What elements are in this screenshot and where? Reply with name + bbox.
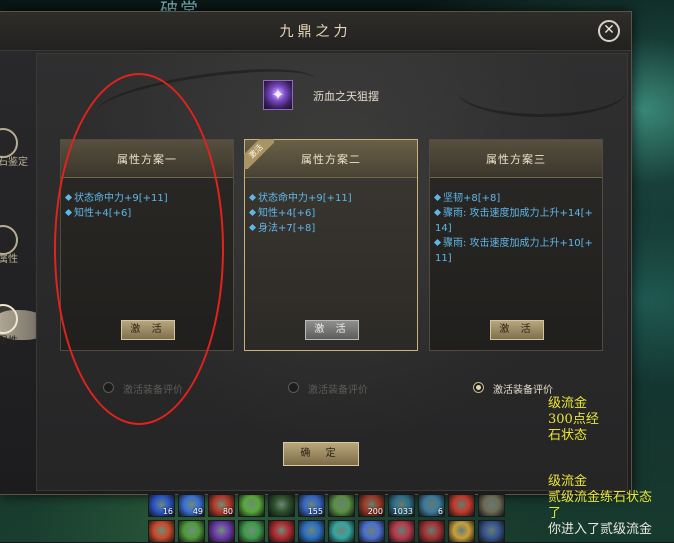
diamond-bullet-icon <box>433 193 442 202</box>
equipment-icon[interactable]: ✦ <box>263 80 293 110</box>
skill-count: 155 <box>307 507 323 516</box>
card-header: 属性方案三 <box>430 140 602 178</box>
skill-slot[interactable]: 6 <box>418 494 445 517</box>
attribute-line: 坚韧+8[+8] <box>433 191 599 206</box>
equipment-name: 沥血之天狙摆 <box>313 90 379 103</box>
decorative-swirl <box>457 64 627 117</box>
active-badge: 激活 <box>244 139 274 169</box>
diamond-bullet-icon <box>248 193 257 202</box>
skill-slot[interactable] <box>448 520 475 543</box>
skill-slot[interactable] <box>358 520 385 543</box>
diamond-bullet-icon <box>433 208 442 217</box>
radio-circle[interactable] <box>288 382 299 393</box>
skill-slot[interactable] <box>268 494 295 517</box>
skill-slot[interactable] <box>388 520 415 543</box>
skill-slot[interactable]: 155 <box>298 494 325 517</box>
sidebar-tab-label: 属性 <box>0 336 18 347</box>
sidebar-tab-appraise[interactable]: 石鉴定 <box>0 128 36 168</box>
skill-count: 16 <box>162 507 173 516</box>
window-titlebar: 九鼎之力 ✕ <box>0 12 631 51</box>
skill-slot[interactable] <box>148 520 175 543</box>
skill-slot[interactable] <box>478 494 505 517</box>
sidebar-tab-label: 属性 <box>0 254 18 265</box>
attribute-plan-card[interactable]: 属性方案三 坚韧+8[+8] 骤雨: 攻击速度加成力上升+14[+14] 骤雨:… <box>429 139 603 351</box>
skill-slot[interactable] <box>478 520 505 543</box>
radio-label: 激活装备评价 <box>493 385 553 396</box>
chat-line: 你进入了贰级流金 <box>548 522 653 537</box>
active-ribbon: 激活 <box>244 139 274 169</box>
sidebar-tab-label: 石鉴定 <box>0 157 28 168</box>
attribute-list: 状态命中力+9[+11] 知性+4[+6] 身法+7[+8] <box>248 191 414 236</box>
card-title: 属性方案三 <box>486 153 546 166</box>
diamond-bullet-icon <box>248 223 257 232</box>
attribute-plan-card[interactable]: 属性方案二 激活 状态命中力+9[+11] 知性+4[+6] 身法+7[+8] … <box>244 139 418 351</box>
diamond-bullet-icon <box>248 208 257 217</box>
red-annotation-ellipse <box>54 73 224 425</box>
window-title: 九鼎之力 <box>279 24 352 40</box>
close-button[interactable]: ✕ <box>598 20 620 42</box>
radio-label: 激活装备评价 <box>308 385 368 396</box>
skill-slot[interactable]: 80 <box>208 494 235 517</box>
attribute-text: 身法+7[+8] <box>258 223 316 234</box>
skill-slot[interactable] <box>328 520 355 543</box>
skill-slot[interactable] <box>298 520 325 543</box>
chat-line: 了 <box>548 506 562 521</box>
chat-line: 级流金 <box>548 396 588 411</box>
skill-slot[interactable] <box>238 520 265 543</box>
skill-slot[interactable]: 1033 <box>388 494 415 517</box>
diamond-bullet-icon <box>433 238 442 247</box>
skill-slot[interactable] <box>208 520 235 543</box>
skill-count: 80 <box>222 507 233 516</box>
gem-icon: ✦ <box>271 85 285 104</box>
attribute-text: 知性+4[+6] <box>258 208 316 219</box>
skill-slot[interactable]: 16 <box>148 494 175 517</box>
skill-slot[interactable] <box>268 520 295 543</box>
activate-button[interactable]: 激 活 <box>305 320 359 340</box>
attribute-line: 骤雨: 攻击速度加成力上升+10[+11] <box>433 236 599 266</box>
chat-line: 级流金 <box>548 474 588 489</box>
skill-slot[interactable] <box>418 520 445 543</box>
chat-line: 300点经 <box>548 412 599 427</box>
skill-slot[interactable] <box>328 494 355 517</box>
skill-slot[interactable]: 49 <box>178 494 205 517</box>
attribute-text: 骤雨: 攻击速度加成力上升+10[+11] <box>435 238 593 264</box>
attribute-line: 身法+7[+8] <box>248 221 414 236</box>
skill-count: 49 <box>192 507 203 516</box>
attribute-list: 坚韧+8[+8] 骤雨: 攻击速度加成力上升+14[+14] 骤雨: 攻击速度加… <box>433 191 599 266</box>
attribute-line: 骤雨: 攻击速度加成力上升+14[+14] <box>433 206 599 236</box>
skill-slot[interactable] <box>448 494 475 517</box>
radio-circle-selected[interactable] <box>473 382 484 393</box>
attribute-text: 坚韧+8[+8] <box>443 193 501 204</box>
skill-slot[interactable]: 200 <box>358 494 385 517</box>
chat-line: 贰级流金练石状态 <box>548 490 653 505</box>
activate-button[interactable]: 激 活 <box>490 320 544 340</box>
skill-count: 200 <box>367 507 383 516</box>
chat-line: 石状态 <box>548 428 588 443</box>
skill-bar: 16 49 80 155 200 1033 6 <box>148 494 538 543</box>
skill-count: 6 <box>437 507 443 516</box>
chat-log: 级流金 300点经 石状态 级流金 贰级流金练石状态 了 你进入了贰级流金 <box>548 396 674 538</box>
skill-slot[interactable] <box>178 520 205 543</box>
sidebar-tab-attributes[interactable]: 属性 <box>0 225 36 265</box>
attribute-line: 状态命中力+9[+11] <box>248 191 414 206</box>
confirm-button[interactable]: 确 定 <box>283 442 359 466</box>
attribute-text: 骤雨: 攻击速度加成力上升+14[+14] <box>435 208 593 234</box>
attribute-text: 状态命中力+9[+11] <box>258 193 352 204</box>
skill-slot[interactable] <box>238 494 265 517</box>
attribute-line: 知性+4[+6] <box>248 206 414 221</box>
skill-count: 1033 <box>392 507 413 516</box>
sidebar-tab-tripod-attributes[interactable]: 属性 <box>0 304 50 347</box>
